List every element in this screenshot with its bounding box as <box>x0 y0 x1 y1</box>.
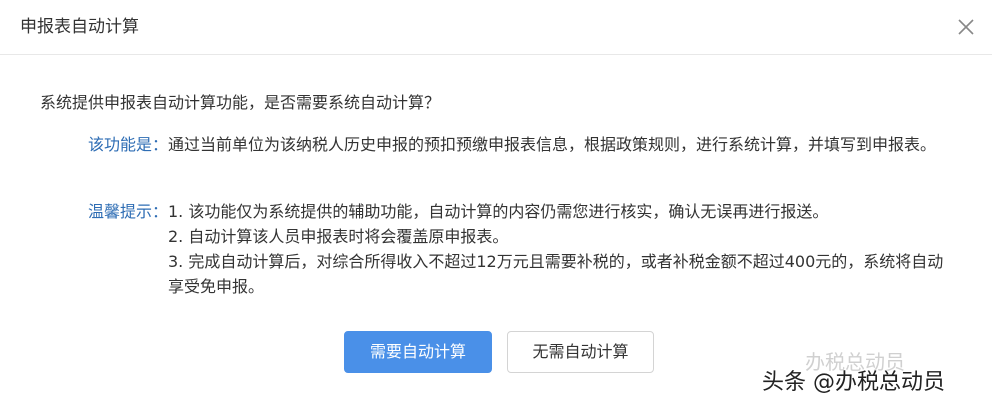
close-icon[interactable] <box>954 15 978 39</box>
tip-item: 1. 该功能仅为系统提供的辅助功能，自动计算的内容仍需您进行核实，确认无误再进行… <box>168 202 829 221</box>
auto-calc-dialog: 申报表自动计算 系统提供申报表自动计算功能，是否需要系统自动计算？ 该功能是： … <box>0 0 992 413</box>
dialog-header: 申报表自动计算 <box>0 0 992 55</box>
feature-text: 通过当前单位为该纳税人历史申报的预扣预缴申报表信息，根据政策规则，进行系统计算，… <box>168 135 937 154</box>
watermark-text: 头条 @办税总动员 <box>762 370 945 395</box>
tips-label: 温馨提示： <box>87 202 168 221</box>
tip-item: 2. 自动计算该人员申报表时将会覆盖原申报表。 <box>168 227 509 246</box>
tips-list: 1. 该功能仅为系统提供的辅助功能，自动计算的内容仍需您进行核实，确认无误再进行… <box>168 199 958 299</box>
tips-section: 温馨提示： 1. 该功能仅为系统提供的辅助功能，自动计算的内容仍需您进行核实，确… <box>80 199 958 299</box>
confirm-question: 系统提供申报表自动计算功能，是否需要系统自动计算？ <box>40 93 441 112</box>
feature-label: 该功能是： <box>87 135 168 154</box>
auto-calc-button[interactable]: 需要自动计算 <box>344 331 492 373</box>
dialog-title: 申报表自动计算 <box>20 17 139 37</box>
no-auto-calc-button[interactable]: 无需自动计算 <box>507 331 654 373</box>
feature-description: 该功能是： 通过当前单位为该纳税人历史申报的预扣预缴申报表信息，根据政策规则，进… <box>80 132 958 157</box>
tip-item: 3. 完成自动计算后，对综合所得收入不超过12万元且需要补税的，或者补税金额不超… <box>168 252 944 296</box>
